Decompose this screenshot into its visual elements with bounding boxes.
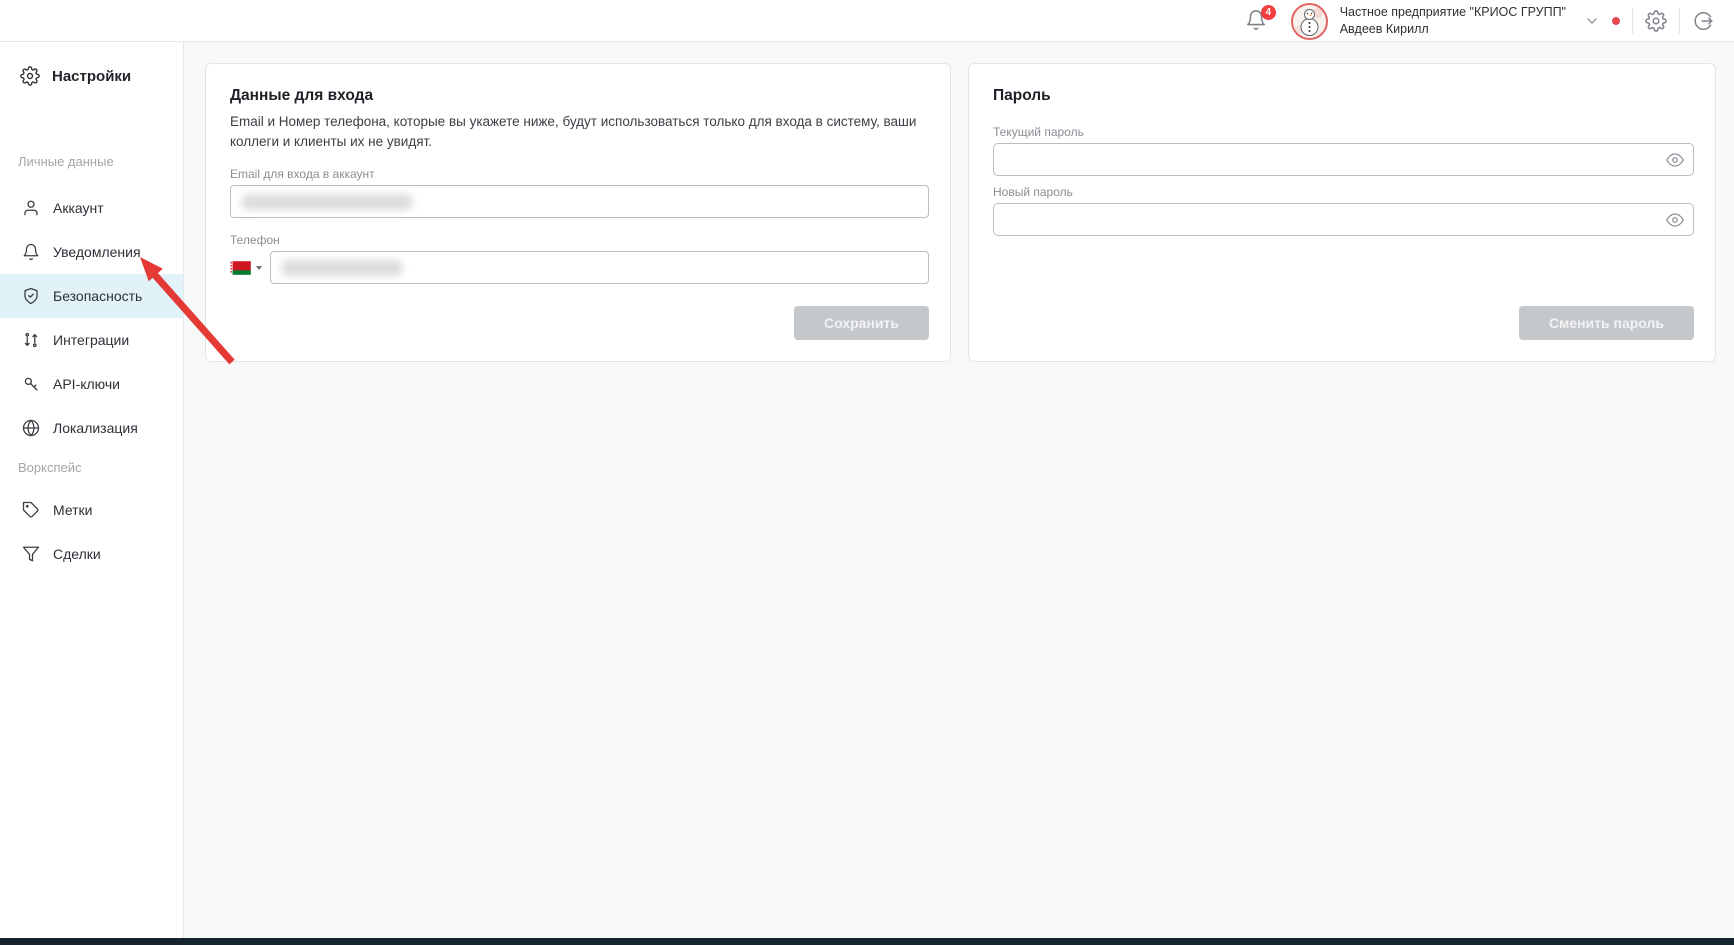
password-card: Пароль Текущий пароль Новый пароль Смени… (968, 63, 1716, 362)
phone-input[interactable] (270, 251, 929, 285)
gear-icon (20, 66, 40, 86)
main-content: Данные для входа Email и Номер телефона,… (184, 42, 1734, 938)
phone-row (230, 251, 929, 285)
sidebar-item-label: Уведомления (53, 244, 141, 260)
redacted-email-value (241, 193, 413, 210)
avatar[interactable] (1290, 2, 1328, 40)
phone-label: Телефон (230, 233, 280, 248)
current-password-label: Текущий пароль (993, 125, 1084, 139)
divider (1679, 8, 1680, 34)
save-button[interactable]: Сохранить (794, 306, 929, 340)
user-icon (22, 199, 40, 217)
eye-icon[interactable] (1666, 211, 1684, 229)
top-header: 4 Частное предприятие "КРИОС ГРУПП" Авде… (0, 0, 1734, 42)
sidebar-item-label: API-ключи (53, 376, 120, 392)
sidebar-item-label: Интеграции (53, 332, 130, 348)
sidebar-item-label: Безопасность (53, 288, 143, 304)
notification-count-badge: 4 (1260, 5, 1276, 20)
sidebar-item-api-keys[interactable]: API-ключи (0, 362, 183, 406)
sidebar-item-label: Метки (53, 502, 93, 518)
sidebar-item-integrations[interactable]: Интеграции (0, 318, 183, 362)
card-title: Данные для входа (230, 87, 374, 104)
sidebar-item-tags[interactable]: Метки (0, 488, 183, 532)
belarus-flag-icon (230, 260, 251, 275)
eye-icon[interactable] (1666, 151, 1684, 169)
new-password-label: Новый пароль (993, 185, 1073, 199)
sidebar-title: Настройки (0, 58, 183, 94)
new-password-wrap (993, 203, 1694, 236)
section-label-workspace: Воркспейс (18, 460, 82, 475)
header-right-cluster: 4 Частное предприятие "КРИОС ГРУПП" Авде… (1245, 0, 1714, 42)
sidebar-title-label: Настройки (52, 67, 132, 85)
email-input[interactable] (230, 185, 929, 219)
integrations-icon (22, 331, 40, 349)
sidebar-item-security[interactable]: Безопасность (0, 274, 183, 318)
gear-icon[interactable] (1645, 10, 1667, 32)
sidebar-item-deals[interactable]: Сделки (0, 532, 183, 576)
new-password-input[interactable] (993, 203, 1694, 236)
settings-page: 4 Частное предприятие "КРИОС ГРУПП" Авде… (0, 0, 1734, 945)
funnel-icon (22, 545, 40, 563)
account-switcher[interactable]: Частное предприятие "КРИОС ГРУПП" Авдеев… (1340, 4, 1566, 39)
sidebar-item-label: Локализация (53, 420, 138, 436)
current-password-input[interactable] (993, 143, 1694, 176)
bottom-bar (0, 938, 1734, 945)
section-label-personal: Личные данные (18, 154, 114, 169)
country-code-selector[interactable] (230, 260, 262, 275)
company-name: Частное предприятие "КРИОС ГРУПП" (1339, 4, 1566, 19)
current-password-wrap (993, 143, 1694, 176)
sidebar-item-notifications[interactable]: Уведомления (0, 230, 183, 274)
sidebar-item-label: Сделки (53, 546, 101, 562)
bell-icon (22, 243, 40, 261)
login-data-card: Данные для входа Email и Номер телефона,… (205, 63, 951, 362)
sidebar-item-account[interactable]: Аккаунт (0, 186, 183, 230)
notifications-button[interactable]: 4 (1245, 5, 1276, 33)
card-title: Пароль (993, 87, 1051, 104)
sidebar-item-label: Аккаунт (53, 200, 104, 216)
divider (1632, 8, 1633, 34)
key-icon (22, 375, 40, 393)
status-dot (1612, 17, 1620, 25)
flag-caret-icon (256, 265, 262, 270)
change-password-button[interactable]: Сменить пароль (1518, 306, 1694, 340)
sidebar-item-localization[interactable]: Локализация (0, 406, 183, 450)
settings-sidebar: Настройки Личные данные Аккаунт Уведомле… (0, 42, 184, 938)
card-description: Email и Номер телефона, которые вы укаже… (230, 114, 917, 149)
chevron-down-icon[interactable] (1584, 13, 1600, 29)
redacted-phone-value (281, 259, 403, 276)
tag-icon (22, 501, 40, 519)
logout-icon[interactable] (1692, 10, 1714, 32)
shield-check-icon (22, 287, 40, 305)
globe-icon (22, 419, 40, 437)
email-label: Email для входа в аккаунт (230, 167, 375, 182)
user-name: Авдеев Кирилл (1339, 22, 1429, 36)
